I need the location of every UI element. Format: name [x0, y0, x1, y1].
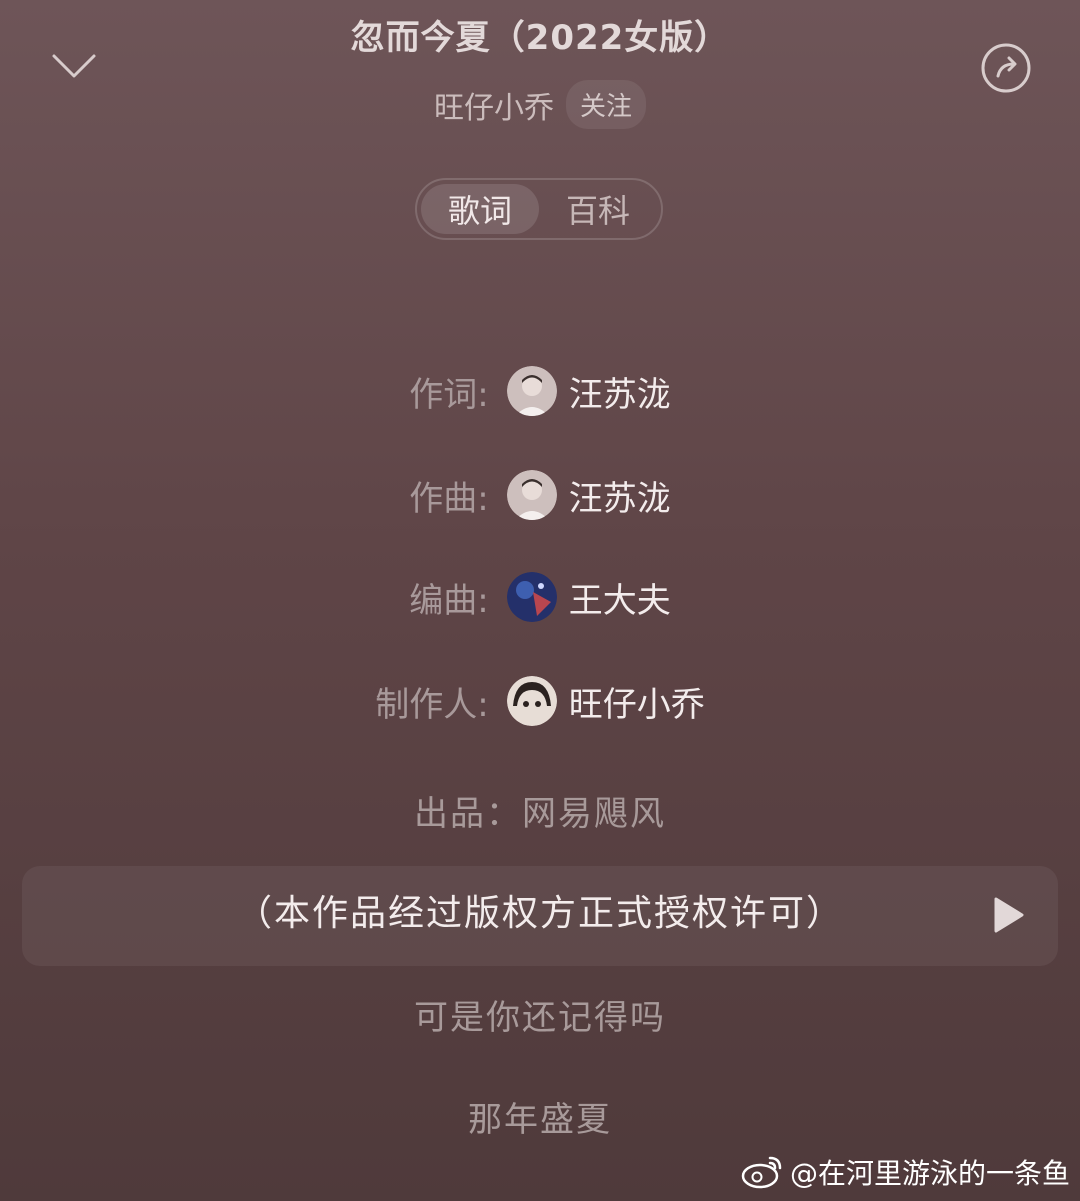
lyric-line[interactable]: 可是你还记得吗 [0, 990, 1080, 1039]
anime-avatar-icon[interactable] [506, 676, 557, 726]
credit-label: 编曲: [409, 580, 489, 621]
tab-wiki[interactable]: 百科 [539, 184, 657, 234]
artist-name[interactable]: 旺仔小乔 [434, 83, 554, 127]
play-icon[interactable] [990, 895, 1026, 935]
lyric-line[interactable]: 那年盛夏 [0, 1092, 1080, 1141]
person-avatar-icon[interactable] [506, 470, 557, 520]
blue-avatar-icon[interactable] [506, 572, 557, 622]
credit-label: 作曲: [409, 478, 489, 519]
tab-lyrics[interactable]: 歌词 [421, 184, 539, 234]
current-lyric: （本作品经过版权方正式授权许可） [235, 893, 844, 934]
credit-label: 作词: [409, 374, 489, 415]
follow-button[interactable]: 关注 [565, 80, 646, 129]
credit-name[interactable]: 汪苏泷 [569, 367, 671, 416]
credit-arranger: 编曲: 王大夫 [0, 572, 1080, 622]
watermark: @在河里游泳的一条鱼 [740, 1152, 1070, 1192]
tab-switcher: 歌词 百科 [415, 178, 663, 240]
credit-producer: 制作人: 旺仔小乔 [0, 676, 1080, 726]
song-title: 忽而今夏（2022女版） [350, 18, 730, 58]
watermark-text: @在河里游泳的一条鱼 [790, 1157, 1071, 1190]
weibo-icon [741, 1156, 782, 1189]
credit-label: 制作人: [375, 684, 489, 725]
credit-name[interactable]: 王大夫 [569, 573, 671, 622]
person-avatar-icon[interactable] [506, 366, 557, 416]
credit-name[interactable]: 汪苏泷 [569, 471, 671, 520]
producer-credit: 出品：网易飓风 [414, 794, 666, 834]
credit-name[interactable]: 旺仔小乔 [569, 677, 705, 726]
credit-composer: 作曲: 汪苏泷 [0, 470, 1080, 520]
credit-lyricist: 作词: 汪苏泷 [0, 366, 1080, 416]
artist-row: 旺仔小乔 关注 [0, 80, 1080, 129]
